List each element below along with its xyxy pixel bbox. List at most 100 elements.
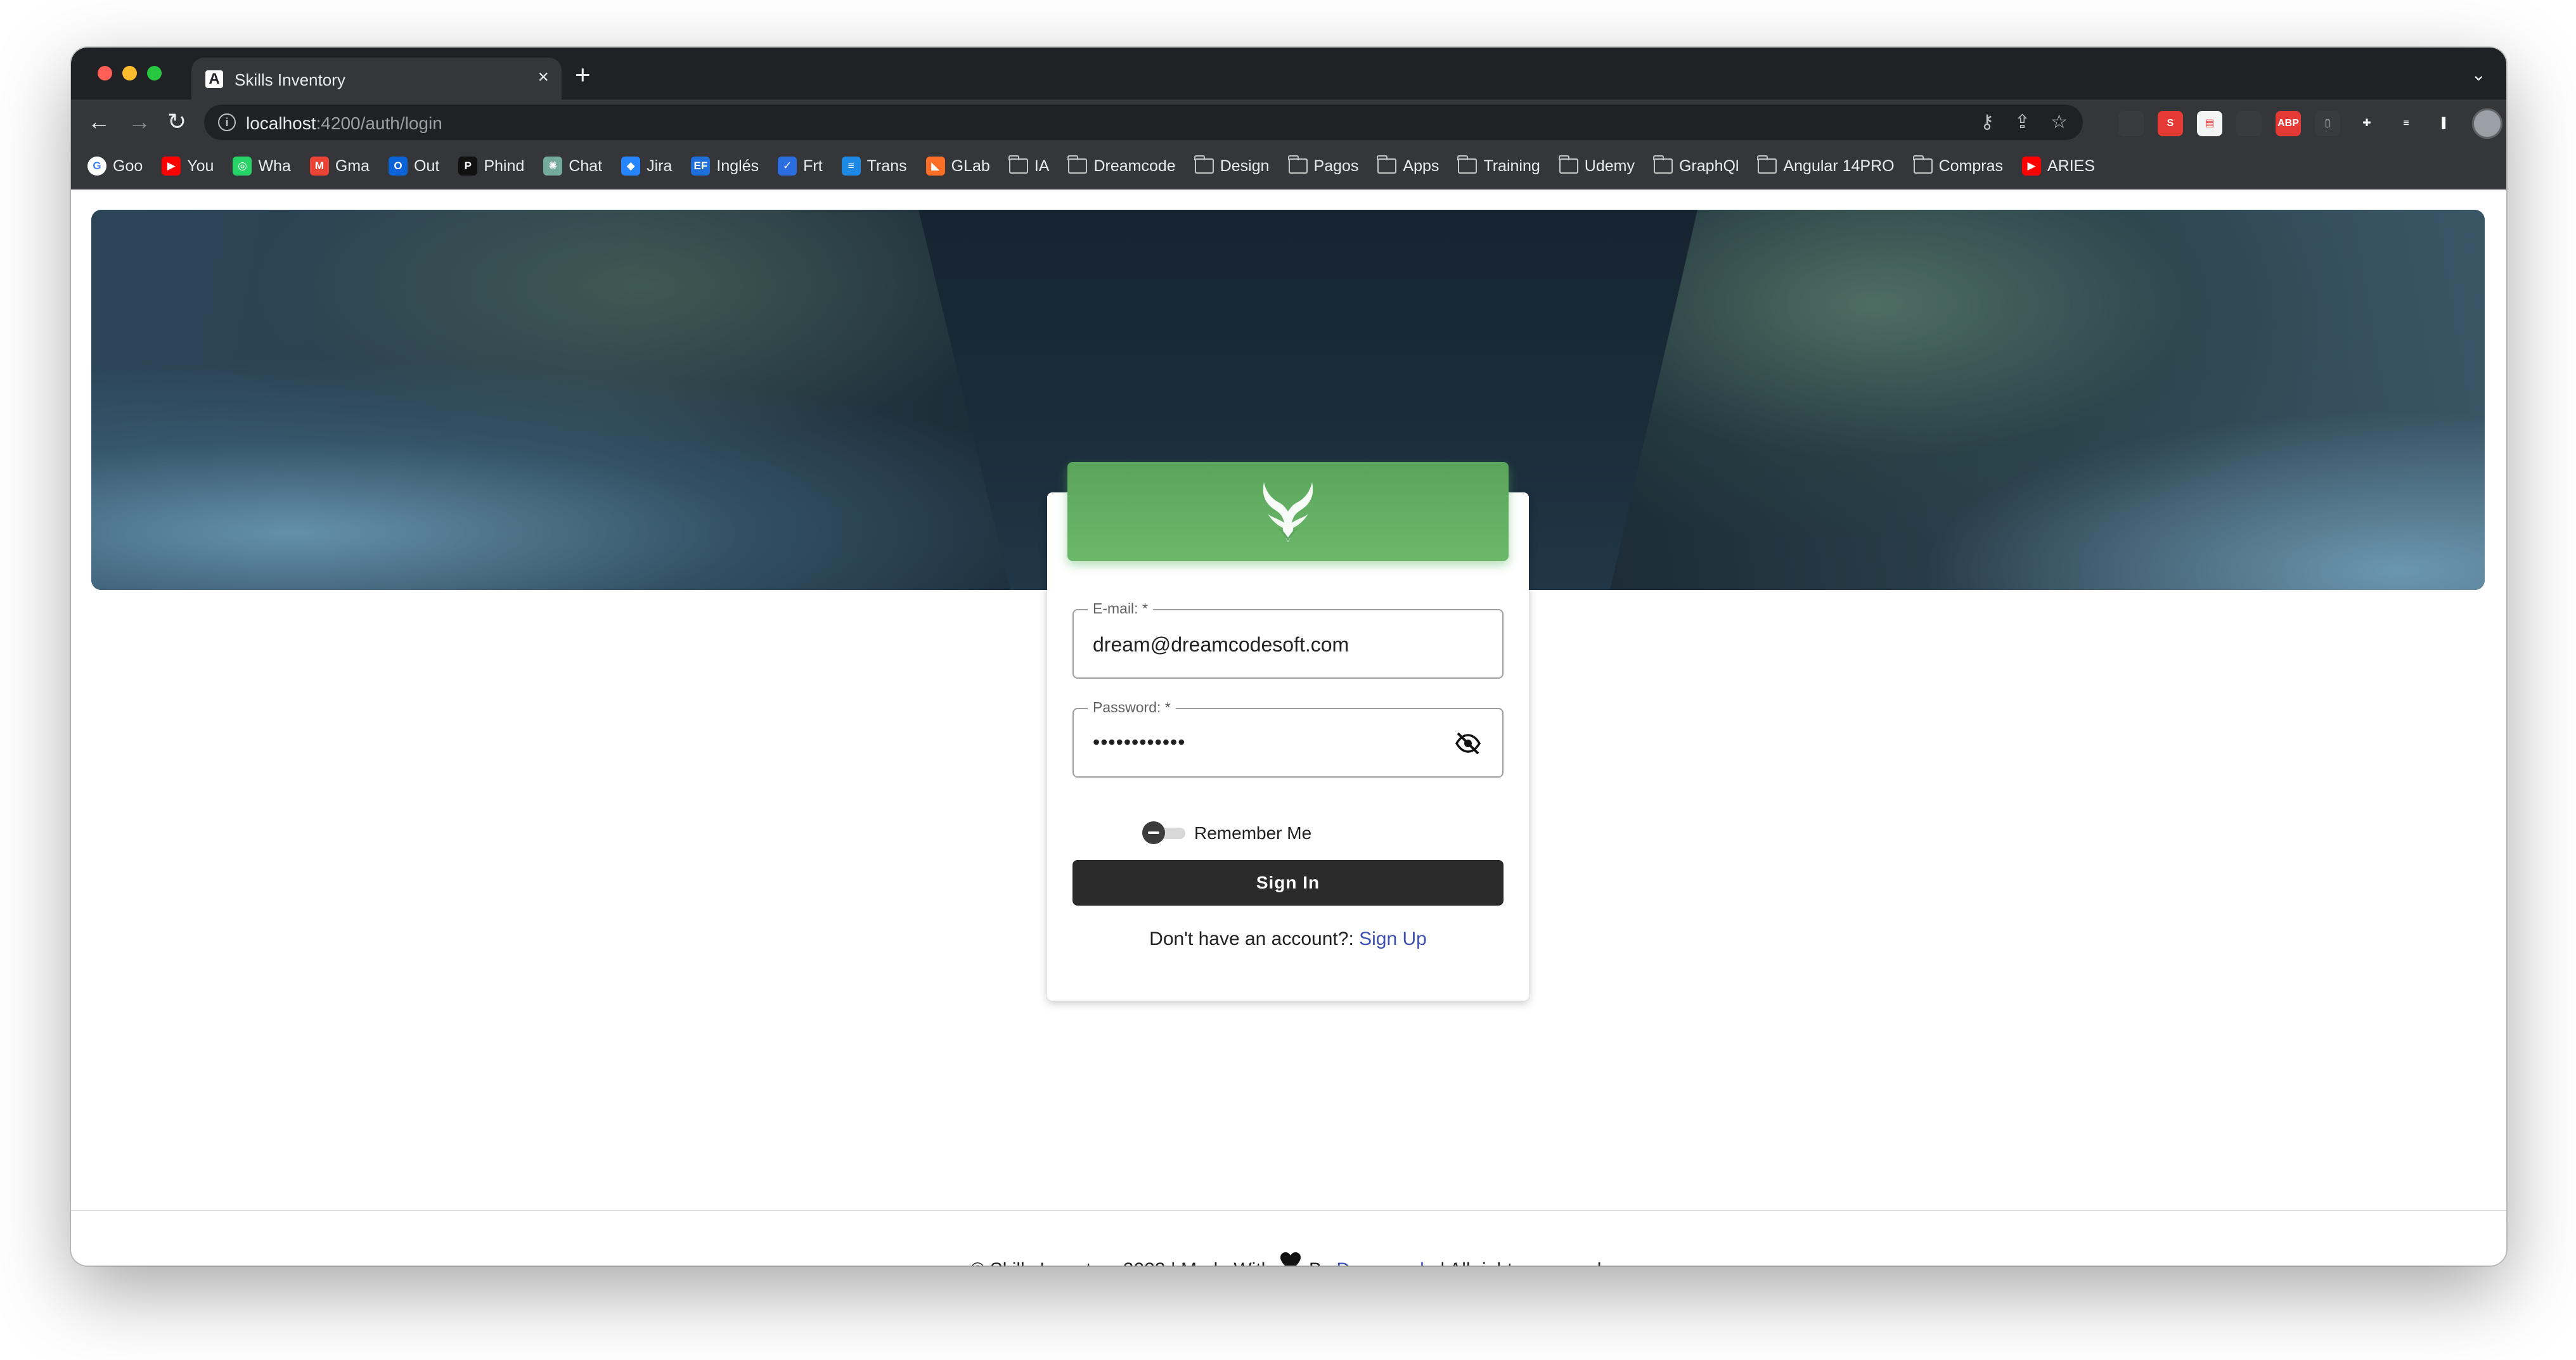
minimize-window-button[interactable] xyxy=(122,66,137,80)
address-bar[interactable]: i localhost:4200/auth/login ⚷ ⇪ ☆ xyxy=(204,105,2083,140)
bookmark-wha[interactable]: ◎ Wha xyxy=(233,157,291,176)
folder-icon xyxy=(1377,155,1397,174)
tab-close-icon[interactable]: × xyxy=(538,67,549,88)
sign-in-button[interactable]: Sign In xyxy=(1072,860,1504,906)
folder-icon xyxy=(1008,155,1028,174)
bookmark-chat[interactable]: ✺ Chat xyxy=(543,157,602,176)
bookmark-phind[interactable]: P Phind xyxy=(458,157,524,176)
bookmark-label: Compras xyxy=(1938,157,2003,175)
bookmark-jira[interactable]: ◆ Jira xyxy=(621,157,672,176)
close-window-button[interactable] xyxy=(98,66,112,80)
white-extension[interactable]: ▤ xyxy=(2197,111,2222,136)
bookmark-gma[interactable]: M Gma xyxy=(309,157,370,176)
email-field[interactable]: E-mail: * dream@dreamcodesoft.com xyxy=(1072,600,1504,679)
bookmark-label: Dreamcode xyxy=(1093,157,1176,175)
cloud-extension[interactable] xyxy=(2118,111,2144,136)
signup-prompt: Don't have an account?: Sign Up xyxy=(1149,928,1427,949)
maximize-window-button[interactable] xyxy=(147,66,162,80)
bookmark-out[interactable]: O Out xyxy=(389,157,439,176)
footer-by: By xyxy=(1309,1259,1331,1266)
bookmark-training[interactable]: Training xyxy=(1457,155,1540,176)
youtube-icon: ▶ xyxy=(162,157,181,176)
star-icon[interactable]: ☆ xyxy=(2051,111,2068,133)
password-field[interactable]: Password: * •••••••••••• xyxy=(1072,699,1504,778)
forward-button[interactable]: → xyxy=(128,108,151,135)
footer: © Skills Inventory 2023 | Made With By D… xyxy=(71,1252,2506,1266)
dark-extension[interactable] xyxy=(2236,111,2262,136)
bookmark-label: Design xyxy=(1220,157,1270,175)
site-info-icon[interactable]: i xyxy=(218,113,236,131)
bookmark-dreamcode[interactable]: Dreamcode xyxy=(1067,155,1176,176)
tab-search-chevron-icon[interactable]: ⌄ xyxy=(2471,64,2486,85)
profile-avatar[interactable] xyxy=(2472,108,2502,139)
gray-extension[interactable]: ▯ xyxy=(2315,111,2340,136)
bookmark-ingl-s[interactable]: EF Inglés xyxy=(691,157,759,176)
bookmark-frt[interactable]: ✓ Frt xyxy=(778,157,823,176)
footer-dreamcode-link[interactable]: Dreamcode xyxy=(1336,1259,1434,1266)
bookmark-label: Training xyxy=(1483,157,1540,175)
bookmark-goo[interactable]: G Goo xyxy=(87,157,143,176)
page-content: E-mail: * dream@dreamcodesoft.com Passwo… xyxy=(71,189,2506,1266)
ef-icon: EF xyxy=(691,157,711,176)
bookmark-ia[interactable]: IA xyxy=(1008,155,1049,176)
angular-favicon-icon: A xyxy=(205,70,223,88)
footer-copyright: © Skills Inventory 2023 | Made With xyxy=(970,1259,1272,1266)
bookmark-udemy[interactable]: Udemy xyxy=(1558,155,1635,176)
url-text[interactable]: localhost:4200/auth/login xyxy=(246,113,442,134)
sign-up-link[interactable]: Sign Up xyxy=(1359,928,1427,949)
folder-icon xyxy=(1558,155,1578,174)
red-extension[interactable]: S xyxy=(2158,111,2183,136)
share-icon[interactable]: ⇪ xyxy=(2014,111,2030,133)
folder-icon xyxy=(1287,155,1308,174)
bookmark-label: GraphQl xyxy=(1678,157,1739,175)
email-label: E-mail: * xyxy=(1088,600,1153,617)
remember-me-label[interactable]: Remember Me xyxy=(1194,823,1311,844)
queue-extension[interactable]: ≡ xyxy=(2393,111,2419,136)
bookmark-label: GLab xyxy=(951,157,990,175)
folder-icon xyxy=(1912,155,1933,174)
key-icon[interactable]: ⚷ xyxy=(1980,111,1994,133)
bookmark-aries[interactable]: ▶ ARIES xyxy=(2022,157,2095,176)
bookmark-label: Goo xyxy=(113,157,143,175)
browser-window: A Skills Inventory × + ⌄ ← → ↻ i localho… xyxy=(71,48,2506,1266)
new-tab-button[interactable]: + xyxy=(575,61,591,88)
youtube-icon: ▶ xyxy=(2022,157,2041,176)
reload-button[interactable]: ↻ xyxy=(167,108,186,135)
bookmark-label: Angular 14PRO xyxy=(1783,157,1895,175)
bookmark-label: Inglés xyxy=(716,157,759,175)
bookmark-compras[interactable]: Compras xyxy=(1912,155,2003,176)
tab-skills-inventory[interactable]: A Skills Inventory × xyxy=(191,58,562,99)
bookmark-pagos[interactable]: Pagos xyxy=(1287,155,1358,176)
bookmark-trans[interactable]: ≡ Trans xyxy=(841,157,907,176)
folder-icon xyxy=(1652,155,1673,174)
bull-logo-icon xyxy=(1263,482,1313,542)
puzzle-extension[interactable]: ✚ xyxy=(2354,111,2380,136)
bookmark-graphql[interactable]: GraphQl xyxy=(1652,155,1739,176)
bookmark-design[interactable]: Design xyxy=(1194,155,1270,176)
bookmark-label: Gma xyxy=(335,157,370,175)
bookmark-label: Jira xyxy=(647,157,673,175)
back-button[interactable]: ← xyxy=(87,108,110,135)
bookmark-label: Wha xyxy=(258,157,291,175)
banner-cliff-right xyxy=(1610,210,2485,590)
tab-title: Skills Inventory xyxy=(235,70,345,89)
bookmarks-bar: G Goo ▶ You ◎ Wha M Gma O Out P Phind ✺ Chat ◆ Jira EF In… xyxy=(71,145,2506,190)
bookmark-angular-14pro[interactable]: Angular 14PRO xyxy=(1757,155,1895,176)
folder-icon xyxy=(1194,155,1214,174)
sidepanel-extension[interactable]: ▌ xyxy=(2433,111,2458,136)
bookmark-label: Apps xyxy=(1403,157,1439,175)
password-input[interactable]: •••••••••••• xyxy=(1093,731,1185,754)
folder-icon xyxy=(1457,155,1478,174)
browser-toolbar: ← → ↻ i localhost:4200/auth/login ⚷ ⇪ ☆ … xyxy=(71,99,2506,145)
visibility-off-icon[interactable] xyxy=(1454,731,1482,756)
check-icon: ✓ xyxy=(778,157,797,176)
bookmark-apps[interactable]: Apps xyxy=(1377,155,1439,176)
heart-icon xyxy=(1280,1252,1301,1266)
folder-icon xyxy=(1067,155,1088,174)
bookmark-glab[interactable]: ◣ GLab xyxy=(925,157,990,176)
abp-extension[interactable]: ABP xyxy=(2276,111,2301,136)
email-input[interactable]: dream@dreamcodesoft.com xyxy=(1093,633,1349,657)
bookmark-you[interactable]: ▶ You xyxy=(162,157,214,176)
remember-me-toggle[interactable] xyxy=(1142,821,1187,844)
bookmark-label: You xyxy=(187,157,214,175)
